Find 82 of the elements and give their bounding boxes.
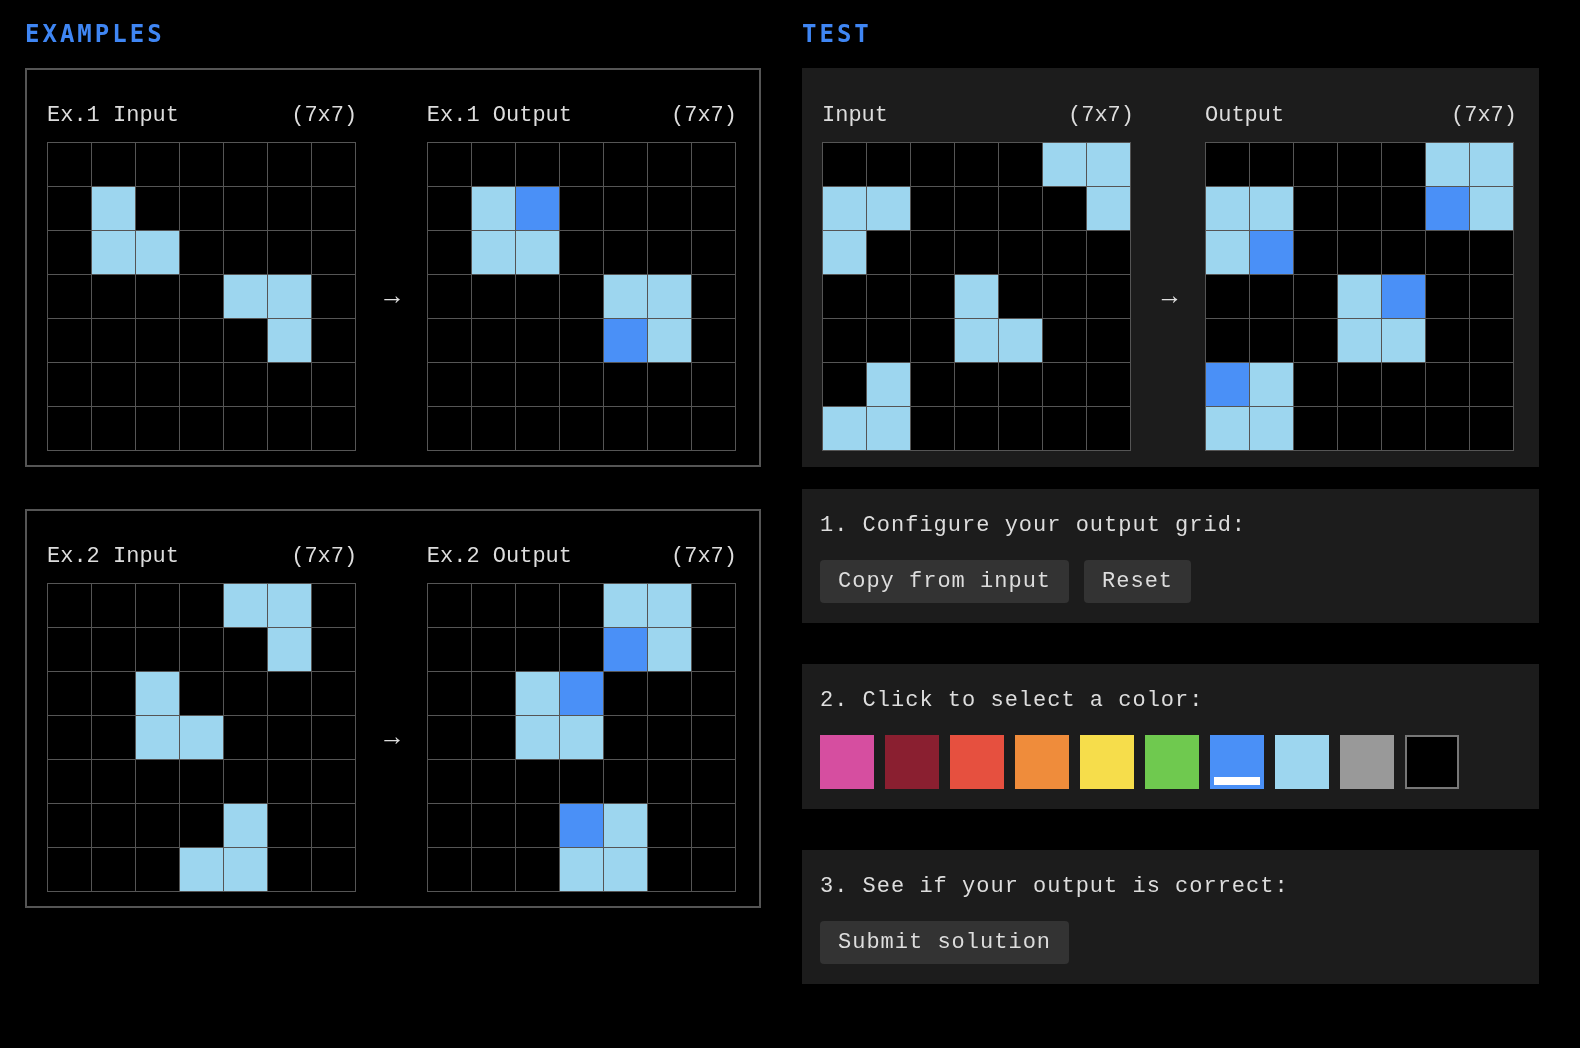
- grid-label: Input: [822, 102, 888, 128]
- arrow-text: →: [383, 281, 401, 312]
- arrow-text: →: [1160, 281, 1179, 312]
- action-button[interactable]: Submit solution: [820, 921, 1070, 964]
- grid-size: (7x7): [291, 102, 358, 128]
- color-swatch[interactable]: [1145, 735, 1199, 789]
- grid-cell[interactable]: [1250, 363, 1293, 406]
- color-swatch[interactable]: [885, 735, 939, 789]
- grid-cell[interactable]: [1206, 275, 1249, 318]
- grid-cell[interactable]: [1426, 187, 1469, 230]
- grid-cell[interactable]: [1250, 187, 1293, 230]
- grid-cell[interactable]: [1250, 407, 1293, 450]
- section-heading: TEST: [802, 20, 872, 48]
- grid-cell[interactable]: [1382, 143, 1425, 186]
- grid-size: (7x7): [1451, 102, 1517, 128]
- grid-cell[interactable]: [1294, 231, 1337, 274]
- color-swatch[interactable]: [950, 735, 1004, 789]
- grid-cell[interactable]: [1338, 319, 1381, 362]
- grid-cell[interactable]: [1338, 231, 1381, 274]
- grid-cell[interactable]: [1294, 407, 1337, 450]
- color-swatch[interactable]: [1080, 735, 1134, 789]
- grid-cell[interactable]: [1426, 407, 1469, 450]
- step-title: 2. Click to select a color:: [820, 688, 1205, 713]
- grid-cell[interactable]: [1382, 231, 1425, 274]
- grid-cell[interactable]: [1206, 143, 1249, 186]
- grid-cell[interactable]: [1382, 319, 1425, 362]
- grid-cell[interactable]: [1206, 231, 1249, 274]
- grid-cell[interactable]: [1426, 275, 1469, 318]
- grid-cell[interactable]: [1426, 319, 1469, 362]
- grid-cell[interactable]: [1338, 363, 1381, 406]
- grid-cell[interactable]: [1206, 187, 1249, 230]
- arrow-text: →: [383, 722, 401, 753]
- grid-cell[interactable]: [1426, 143, 1469, 186]
- grid-label: Ex.2 Input: [47, 543, 180, 569]
- color-swatch[interactable]: [1340, 735, 1394, 789]
- grid-cell[interactable]: [1294, 143, 1337, 186]
- color-swatch[interactable]: [820, 735, 874, 789]
- grid-cell[interactable]: [1294, 275, 1337, 318]
- grid-cell[interactable]: [1250, 143, 1293, 186]
- color-swatch[interactable]: [1015, 735, 1069, 789]
- grid-cell[interactable]: [1338, 187, 1381, 230]
- grid-cell[interactable]: [1426, 363, 1469, 406]
- grid-cell[interactable]: [1338, 407, 1381, 450]
- grid-cell[interactable]: [1470, 231, 1513, 274]
- grid-cell[interactable]: [1250, 231, 1293, 274]
- grid-cell[interactable]: [1338, 143, 1381, 186]
- color-swatch[interactable]: [1275, 735, 1329, 789]
- grid-cell[interactable]: [1250, 319, 1293, 362]
- grid-cell[interactable]: [1382, 363, 1425, 406]
- step-title: 3. See if your output is correct:: [820, 874, 1290, 899]
- grid-cell[interactable]: [1206, 407, 1249, 450]
- grid-cell[interactable]: [1470, 407, 1513, 450]
- grid-cell[interactable]: [1382, 275, 1425, 318]
- grid-cell[interactable]: [1382, 407, 1425, 450]
- color-swatch[interactable]: [1405, 735, 1459, 789]
- grid-cell[interactable]: [1294, 187, 1337, 230]
- grid-cell[interactable]: [1470, 319, 1513, 362]
- step-title: 1. Configure your output grid:: [820, 513, 1248, 538]
- grid-cell[interactable]: [1470, 143, 1513, 186]
- grid-cell[interactable]: [1338, 275, 1381, 318]
- action-button[interactable]: Copy from input: [820, 560, 1070, 603]
- color-swatch[interactable]: [1210, 735, 1264, 789]
- grid-size: (7x7): [671, 543, 737, 569]
- section-heading: EXAMPLES: [25, 20, 165, 48]
- grid-size: (7x7): [291, 543, 358, 569]
- grid-label: Ex.1 Input: [47, 102, 180, 128]
- grid-cell[interactable]: [1250, 275, 1293, 318]
- grid-label: Output: [1205, 102, 1285, 128]
- grid-label: Ex.2 Output: [426, 543, 573, 569]
- grid-cell[interactable]: [1426, 231, 1469, 274]
- grid-cell[interactable]: [1206, 363, 1249, 406]
- grid-size: (7x7): [1068, 102, 1134, 128]
- grid-cell[interactable]: [1470, 275, 1513, 318]
- grid-cell[interactable]: [1206, 319, 1249, 362]
- grid-cell[interactable]: [1294, 319, 1337, 362]
- grid-cell[interactable]: [1294, 363, 1337, 406]
- grid-cell[interactable]: [1382, 187, 1425, 230]
- grid-cell[interactable]: [1470, 187, 1513, 230]
- grid-cell[interactable]: [1470, 363, 1513, 406]
- action-button[interactable]: Reset: [1084, 560, 1192, 603]
- grid-size: (7x7): [671, 102, 737, 128]
- grid-label: Ex.1 Output: [426, 102, 573, 128]
